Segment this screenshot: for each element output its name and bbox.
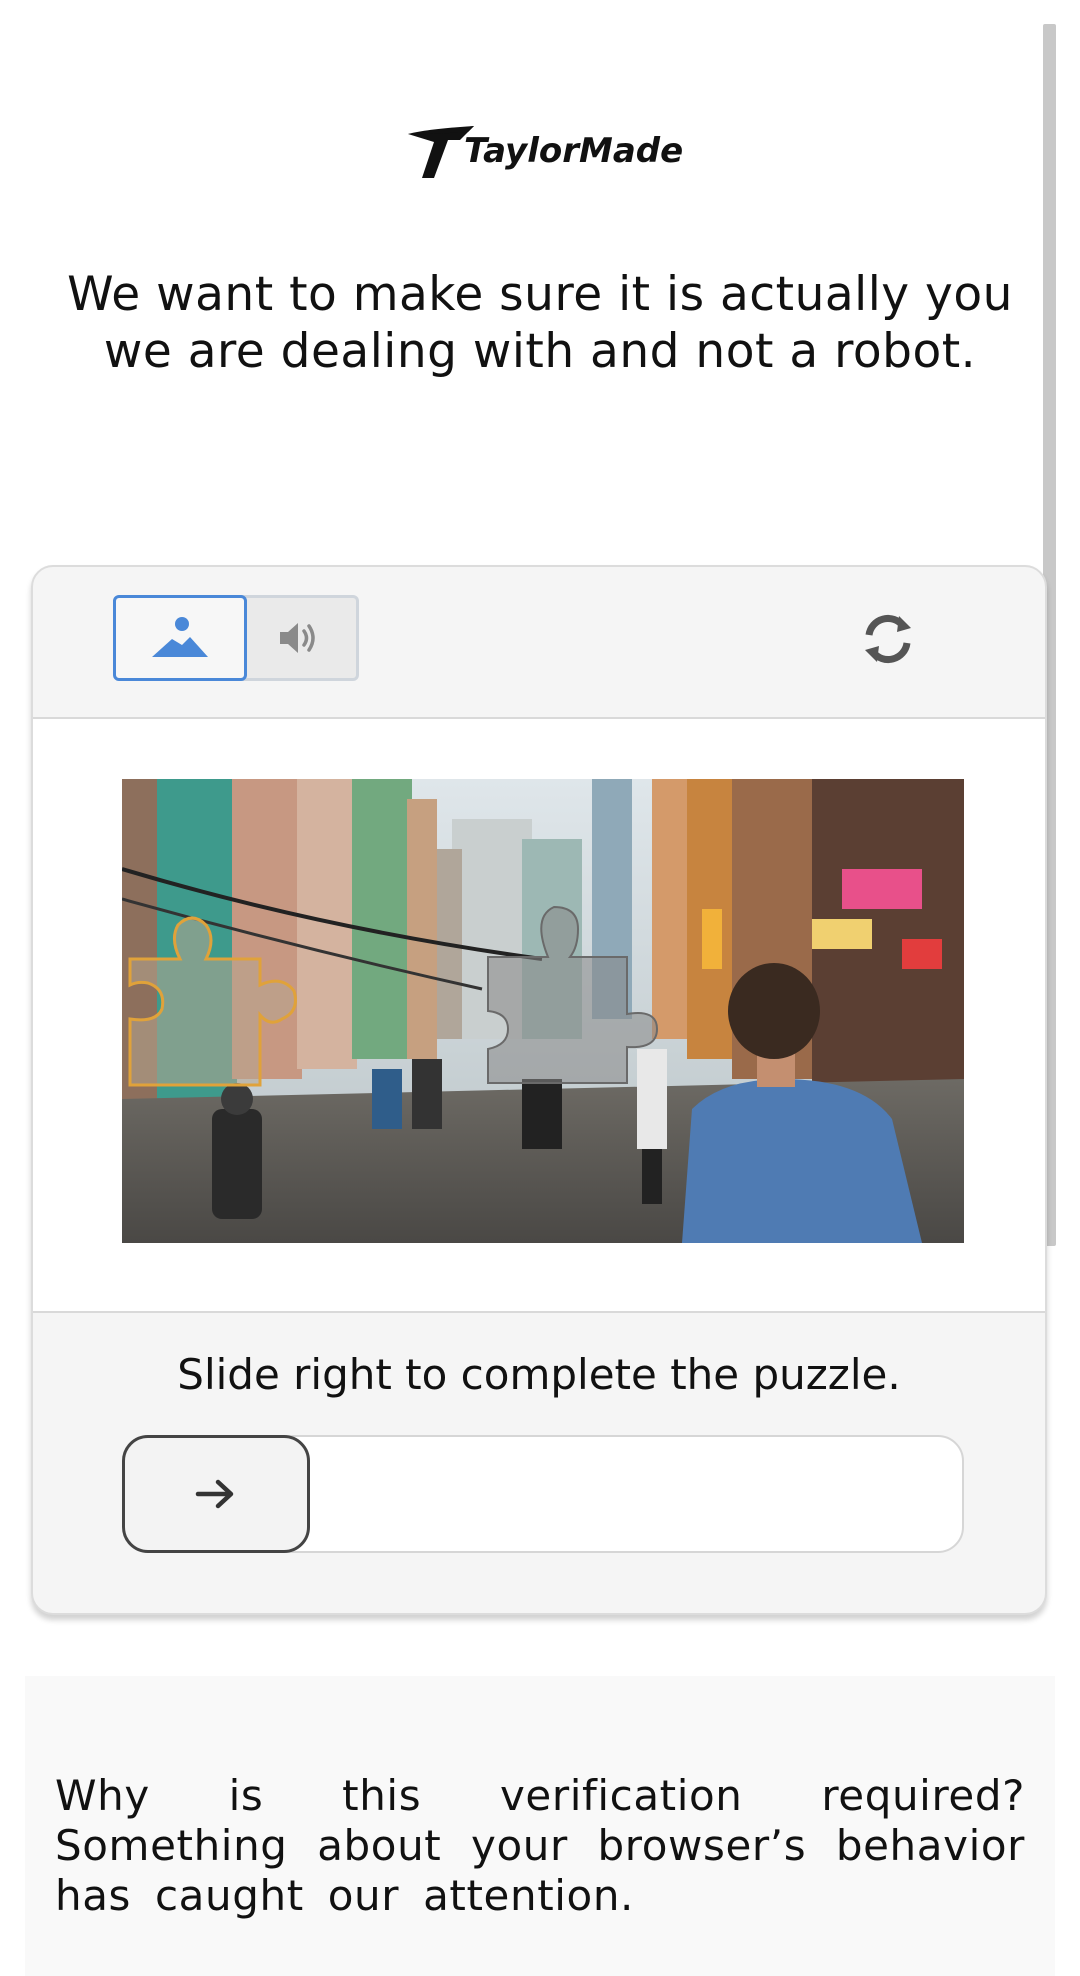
speaker-icon	[279, 623, 315, 653]
captcha-header	[33, 567, 1045, 719]
challenge-mode-toggle	[113, 595, 361, 681]
refresh-icon	[865, 614, 911, 664]
slider-handle[interactable]	[122, 1435, 310, 1553]
landscape-icon	[152, 617, 208, 657]
verification-info-text: Why is this verification required? Somet…	[55, 1771, 1025, 1920]
verification-info: Why is this verification required? Somet…	[25, 1676, 1055, 1976]
arrow-right-icon	[195, 1479, 234, 1509]
slider-instruction: Slide right to complete the puzzle.	[177, 1350, 901, 1399]
captcha-widget: Slide right to complete the puzzle.	[31, 565, 1047, 1615]
page-headline: We want to make sure it is actually you …	[67, 267, 1013, 379]
audio-mode-button[interactable]	[241, 595, 359, 681]
refresh-button[interactable]	[859, 610, 917, 668]
taylormade-logo: TaylorMade	[404, 120, 684, 184]
logo-wordmark: TaylorMade	[464, 131, 683, 171]
puzzle-image	[122, 779, 964, 1243]
image-mode-button[interactable]	[113, 595, 247, 681]
captcha-body	[33, 719, 1045, 1313]
